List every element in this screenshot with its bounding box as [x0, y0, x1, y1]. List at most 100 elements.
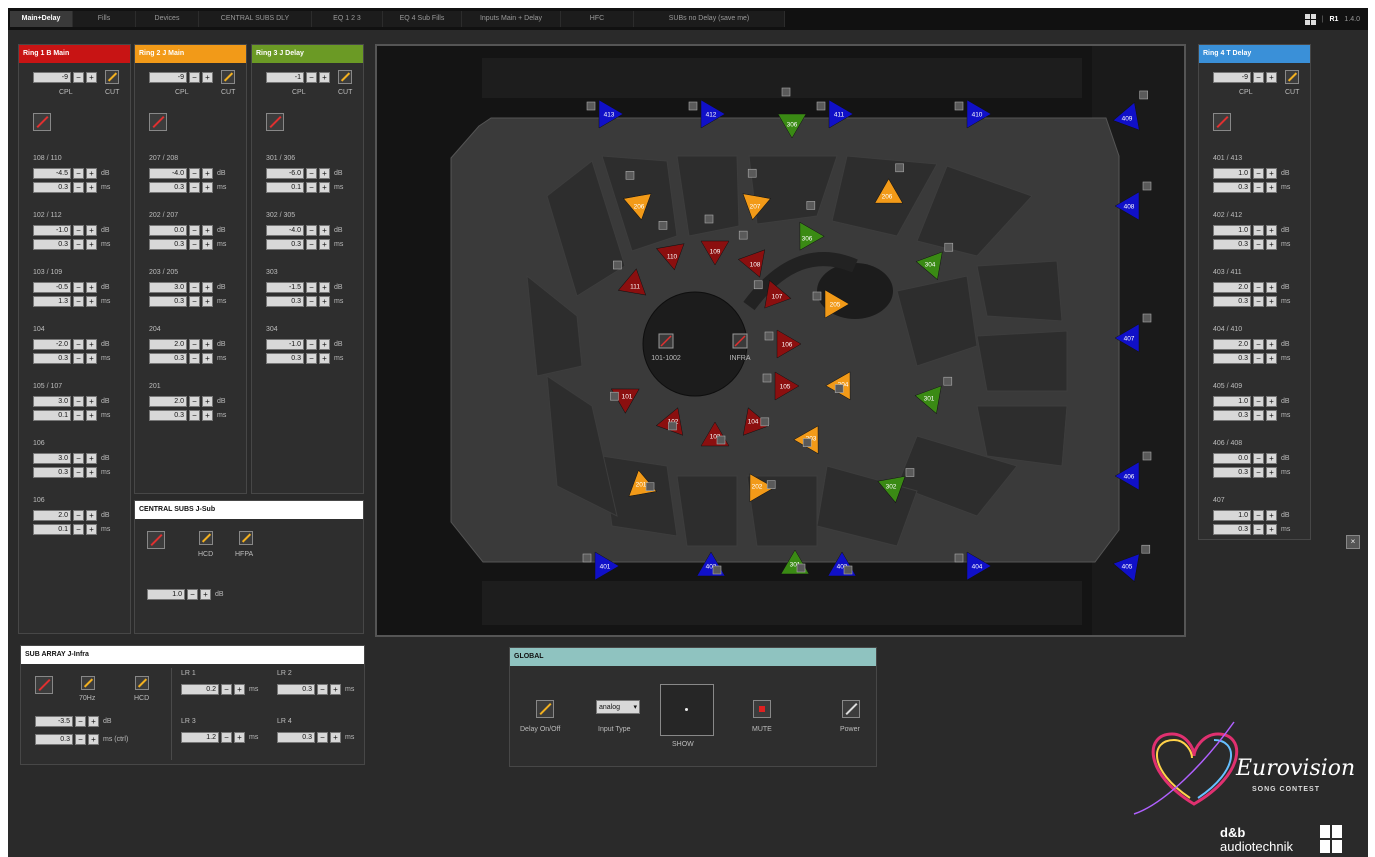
plus-button[interactable]: +: [200, 589, 211, 600]
plus-button[interactable]: +: [202, 339, 213, 350]
tab-devices[interactable]: Devices: [136, 11, 199, 27]
plus-button[interactable]: +: [319, 239, 330, 250]
plus-button[interactable]: +: [202, 182, 213, 193]
central-subs-delay-checkbox[interactable]: [147, 531, 165, 549]
sub-array-hcd-checkbox[interactable]: [135, 676, 149, 690]
speaker-mute-box[interactable]: [1142, 181, 1152, 191]
delay-value[interactable]: 0.3: [149, 296, 187, 307]
plus-button[interactable]: +: [86, 353, 97, 364]
speaker-mute-box[interactable]: [668, 421, 677, 431]
speaker-mute-box[interactable]: [753, 280, 763, 290]
lr2-value[interactable]: 0.3: [277, 684, 315, 695]
mute-button[interactable]: [753, 700, 771, 718]
plus-button[interactable]: +: [88, 716, 99, 727]
minus-button[interactable]: −: [1253, 168, 1264, 179]
speaker-mute-box[interactable]: [1141, 544, 1151, 554]
plus-button[interactable]: +: [202, 282, 213, 293]
gain-value[interactable]: -2.0: [33, 339, 71, 350]
plus-button[interactable]: +: [234, 732, 245, 743]
delay-value[interactable]: 0.3: [149, 353, 187, 364]
plus-button[interactable]: +: [202, 168, 213, 179]
speaker-mute-box[interactable]: [796, 563, 806, 573]
minus-button[interactable]: −: [73, 282, 84, 293]
minus-button[interactable]: −: [73, 182, 84, 193]
plus-button[interactable]: +: [1266, 225, 1277, 236]
delay-value[interactable]: 0.3: [33, 467, 71, 478]
tab-central-subs-dly[interactable]: CENTRAL SUBS DLY: [199, 11, 312, 27]
minus-button[interactable]: −: [1253, 182, 1264, 193]
plus-button[interactable]: +: [202, 296, 213, 307]
minus-button[interactable]: −: [306, 72, 317, 83]
minus-button[interactable]: −: [73, 410, 84, 421]
minus-button[interactable]: −: [1253, 296, 1264, 307]
lr3-value[interactable]: 1.2: [181, 732, 219, 743]
speaker-mute-box[interactable]: [688, 101, 698, 111]
delay-value[interactable]: 0.3: [149, 239, 187, 250]
minus-button[interactable]: −: [306, 182, 317, 193]
plus-button[interactable]: +: [86, 239, 97, 250]
plus-button[interactable]: +: [319, 339, 330, 350]
plus-button[interactable]: +: [1266, 396, 1277, 407]
delay-enable-checkbox[interactable]: [1213, 113, 1231, 131]
speaker-mute-box[interactable]: [905, 468, 915, 477]
minus-button[interactable]: −: [189, 225, 200, 236]
plus-button[interactable]: +: [319, 296, 330, 307]
gain-value[interactable]: 0.0: [1213, 453, 1251, 464]
delay-value[interactable]: 0.3: [1213, 467, 1251, 478]
minus-button[interactable]: −: [1253, 353, 1264, 364]
gain-value[interactable]: 2.0: [149, 339, 187, 350]
minus-button[interactable]: −: [73, 239, 84, 250]
plus-button[interactable]: +: [202, 396, 213, 407]
speaker-mute-box[interactable]: [610, 391, 619, 401]
delay-value[interactable]: 0.3: [1213, 296, 1251, 307]
plus-button[interactable]: +: [319, 353, 330, 364]
minus-button[interactable]: −: [189, 72, 200, 83]
minus-button[interactable]: −: [306, 225, 317, 236]
plus-button[interactable]: +: [1266, 410, 1277, 421]
speaker-mute-box[interactable]: [944, 242, 954, 252]
plus-button[interactable]: +: [319, 282, 330, 293]
gain-value[interactable]: 1.0: [1213, 225, 1251, 236]
grid-view-icon[interactable]: [1304, 13, 1316, 25]
gain-value[interactable]: -1.5: [266, 282, 304, 293]
delay-value[interactable]: 0.1: [33, 524, 71, 535]
plus-button[interactable]: +: [319, 225, 330, 236]
delay-enable-checkbox[interactable]: [33, 113, 51, 131]
delay-value[interactable]: 0.3: [1213, 524, 1251, 535]
plus-button[interactable]: +: [1266, 353, 1277, 364]
minus-button[interactable]: −: [306, 282, 317, 293]
plus-button[interactable]: +: [1266, 510, 1277, 521]
speaker-mute-box[interactable]: [843, 565, 853, 575]
speaker-mute-box[interactable]: [766, 480, 776, 489]
delay-value[interactable]: 0.3: [33, 182, 71, 193]
plus-button[interactable]: +: [86, 168, 97, 179]
cut-checkbox[interactable]: [105, 70, 119, 84]
speaker-mute-box[interactable]: [806, 201, 816, 210]
plus-button[interactable]: +: [202, 353, 213, 364]
plus-button[interactable]: +: [202, 239, 213, 250]
speaker-mute-box[interactable]: [802, 438, 812, 447]
gain-value[interactable]: 0.0: [149, 225, 187, 236]
plus-button[interactable]: +: [319, 72, 330, 83]
gain-value[interactable]: 2.0: [33, 510, 71, 521]
speaker-mute-box[interactable]: [954, 553, 964, 563]
minus-button[interactable]: −: [73, 396, 84, 407]
plus-button[interactable]: +: [202, 72, 213, 83]
speaker-mute-box[interactable]: [762, 373, 772, 383]
delay-onoff-checkbox[interactable]: [536, 700, 554, 718]
tab-fills[interactable]: Fills: [73, 11, 136, 27]
speaker-mute-box[interactable]: [747, 168, 757, 178]
sub-array-delay-value[interactable]: 0.3: [35, 734, 73, 745]
speaker-mute-box[interactable]: [1142, 451, 1152, 461]
plus-button[interactable]: +: [319, 182, 330, 193]
gain-value[interactable]: 2.0: [149, 396, 187, 407]
gain-value[interactable]: -1.0: [33, 225, 71, 236]
delay-value[interactable]: 0.3: [149, 182, 187, 193]
minus-button[interactable]: −: [189, 353, 200, 364]
plus-button[interactable]: +: [319, 168, 330, 179]
tab-inputs-main-delay[interactable]: Inputs Main + Delay: [462, 11, 561, 27]
sub-array-gain-value[interactable]: -3.5: [35, 716, 73, 727]
plus-button[interactable]: +: [86, 72, 97, 83]
tab-subs-no-delay[interactable]: SUBs no Delay (save me): [634, 11, 785, 27]
gain-value[interactable]: 2.0: [1213, 339, 1251, 350]
